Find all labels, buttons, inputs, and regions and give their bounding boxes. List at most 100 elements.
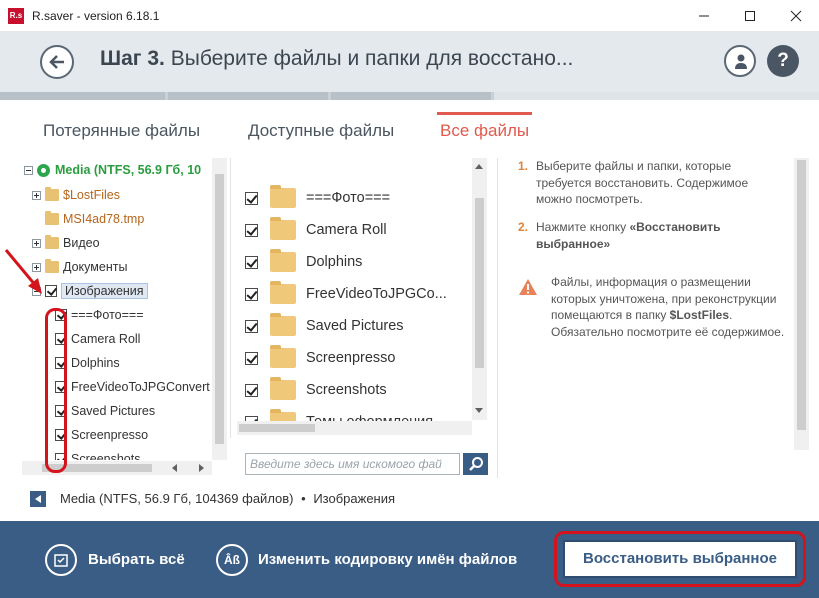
breadcrumb-separator: • [301,491,306,506]
panel-divider [230,158,231,438]
active-tab-indicator [437,112,532,115]
search-button[interactable] [463,453,488,475]
tree-item-label: Saved Pictures [71,404,156,418]
instruction-step-2: 2. Нажмите кнопку «Восстановить выбранно… [518,219,788,253]
search-input[interactable]: Введите здесь имя искомого фай [245,453,460,475]
tree-item-msi[interactable]: MSI4ad78.tmp [45,208,144,230]
file-checkbox[interactable] [245,191,258,205]
tree-item-label: $LostFiles [63,188,120,202]
app-logo-icon: R.s [8,8,24,24]
folder-icon [270,185,296,208]
maximize-icon [745,11,755,21]
file-checkbox[interactable] [245,383,258,397]
scroll-right-icon[interactable] [199,464,204,472]
path-back-button[interactable] [30,491,46,507]
tree-scroll-thumb[interactable] [215,174,224,444]
file-checkbox[interactable] [245,223,258,237]
user-icon [735,54,747,69]
annotation-checkbox-highlight [45,308,67,473]
warning-prefix: Файлы, информация о размещении которых у… [551,275,777,322]
files-horizontal-scrollbar[interactable] [237,421,472,435]
files-vertical-scrollbar[interactable] [472,158,487,420]
warning-folder: $LostFiles [669,308,730,322]
tab-lost-files[interactable]: Потерянные файлы [43,121,200,141]
search-icon [469,457,483,471]
tree-root[interactable]: Media (NTFS, 56.9 Гб, 10 [24,159,201,181]
arrow-left-icon [49,55,64,69]
tree-item-label: Camera Roll [71,332,141,346]
checklist-icon [54,554,68,567]
list-item[interactable]: Screenshots [237,374,455,406]
list-item[interactable]: Saved Pictures [237,310,455,342]
warning-icon [519,279,537,295]
select-all-button[interactable]: Выбрать всё [88,551,185,568]
folder-icon [270,281,296,304]
breadcrumb-folder[interactable]: Изображения [313,491,395,506]
tree-vertical-scrollbar[interactable] [212,158,227,460]
tree-item-label: Изображения [61,283,148,299]
instruction-step-1: 1. Выберите файлы и папки, которые требу… [518,158,788,208]
collapse-icon[interactable] [24,165,33,175]
list-item[interactable]: FreeVideoToJPGCo... [237,278,455,310]
files-hscroll-thumb[interactable] [239,424,315,432]
file-checkbox[interactable] [245,319,258,333]
files-scroll-thumb[interactable] [475,198,484,368]
drive-icon [37,163,50,177]
encoding-icon[interactable]: Âß [216,544,248,576]
breadcrumb: Media (NTFS, 56.9 Гб, 104369 файлов) • И… [60,491,395,506]
tree-item-screenpresso[interactable]: Screenpresso [55,424,148,446]
progress-step-1 [0,92,165,100]
select-all-icon[interactable] [45,544,77,576]
scroll-down-icon[interactable] [475,408,483,413]
close-icon [790,10,802,22]
annotation-button-highlight [554,531,806,587]
tab-all-files[interactable]: Все файлы [440,121,529,141]
minimize-button[interactable] [681,0,727,32]
tree-item-label: Screenshots [71,452,141,460]
folder-icon [270,345,296,368]
back-button[interactable] [40,45,74,79]
list-item[interactable]: Screenpresso [237,342,455,374]
folder-icon [270,377,296,400]
file-checkbox[interactable] [245,255,258,269]
file-checkbox[interactable] [245,287,258,301]
list-item[interactable]: ===Фото=== [237,182,455,214]
scroll-up-icon[interactable] [475,164,483,169]
tab-available-files[interactable]: Доступные файлы [248,121,394,141]
progress-step-3 [331,92,491,100]
tree-item-label: Screenpresso [71,428,149,442]
list-item[interactable]: Dolphins [237,246,455,278]
step-number: Шаг 3. [100,47,165,70]
tree-item-photo[interactable]: ===Фото=== [55,304,144,326]
tree-item-label: MSI4ad78.tmp [63,212,145,226]
step-index: 2. [518,220,529,234]
step-description: Нажмите кнопку «Восстановить выбранное» [536,219,786,252]
info-vertical-scrollbar[interactable] [794,158,809,450]
progress-step-2 [168,92,328,100]
step-text: Нажмите кнопку [536,220,630,234]
maximize-button[interactable] [727,0,773,32]
tree-item-lostfiles[interactable]: $LostFiles [32,184,120,206]
list-item[interactable]: Темы оформления [237,406,455,422]
tree-item-freevideo[interactable]: FreeVideoToJPGConvert [55,376,210,398]
info-scroll-thumb[interactable] [797,160,806,430]
expand-icon[interactable] [32,190,41,200]
list-item[interactable]: Camera Roll [237,214,455,246]
tree-item-label: Видео [63,236,100,250]
help-button[interactable]: ? [767,45,799,77]
close-button[interactable] [773,0,819,32]
change-encoding-button[interactable]: Изменить кодировку имён файлов [258,551,517,568]
file-name: ===Фото=== [306,190,391,206]
file-checkbox[interactable] [245,351,258,365]
progress-remaining [494,92,819,100]
tree-item-saved-pictures[interactable]: Saved Pictures [55,400,155,422]
tree-item-screenshots[interactable]: Screenshots [55,448,140,460]
account-button[interactable] [724,45,756,77]
scroll-left-icon[interactable] [172,464,177,472]
breadcrumb-drive[interactable]: Media (NTFS, 56.9 Гб, 104369 файлов) [60,491,294,506]
tree-item-label: ===Фото=== [71,308,144,322]
tree-item-camera-roll[interactable]: Camera Roll [55,328,140,350]
annotation-arrow-icon [4,249,42,294]
tree-item-label: FreeVideoToJPGConvert [71,380,210,394]
tree-root-label: Media (NTFS, 56.9 Гб, 10 [55,163,202,177]
